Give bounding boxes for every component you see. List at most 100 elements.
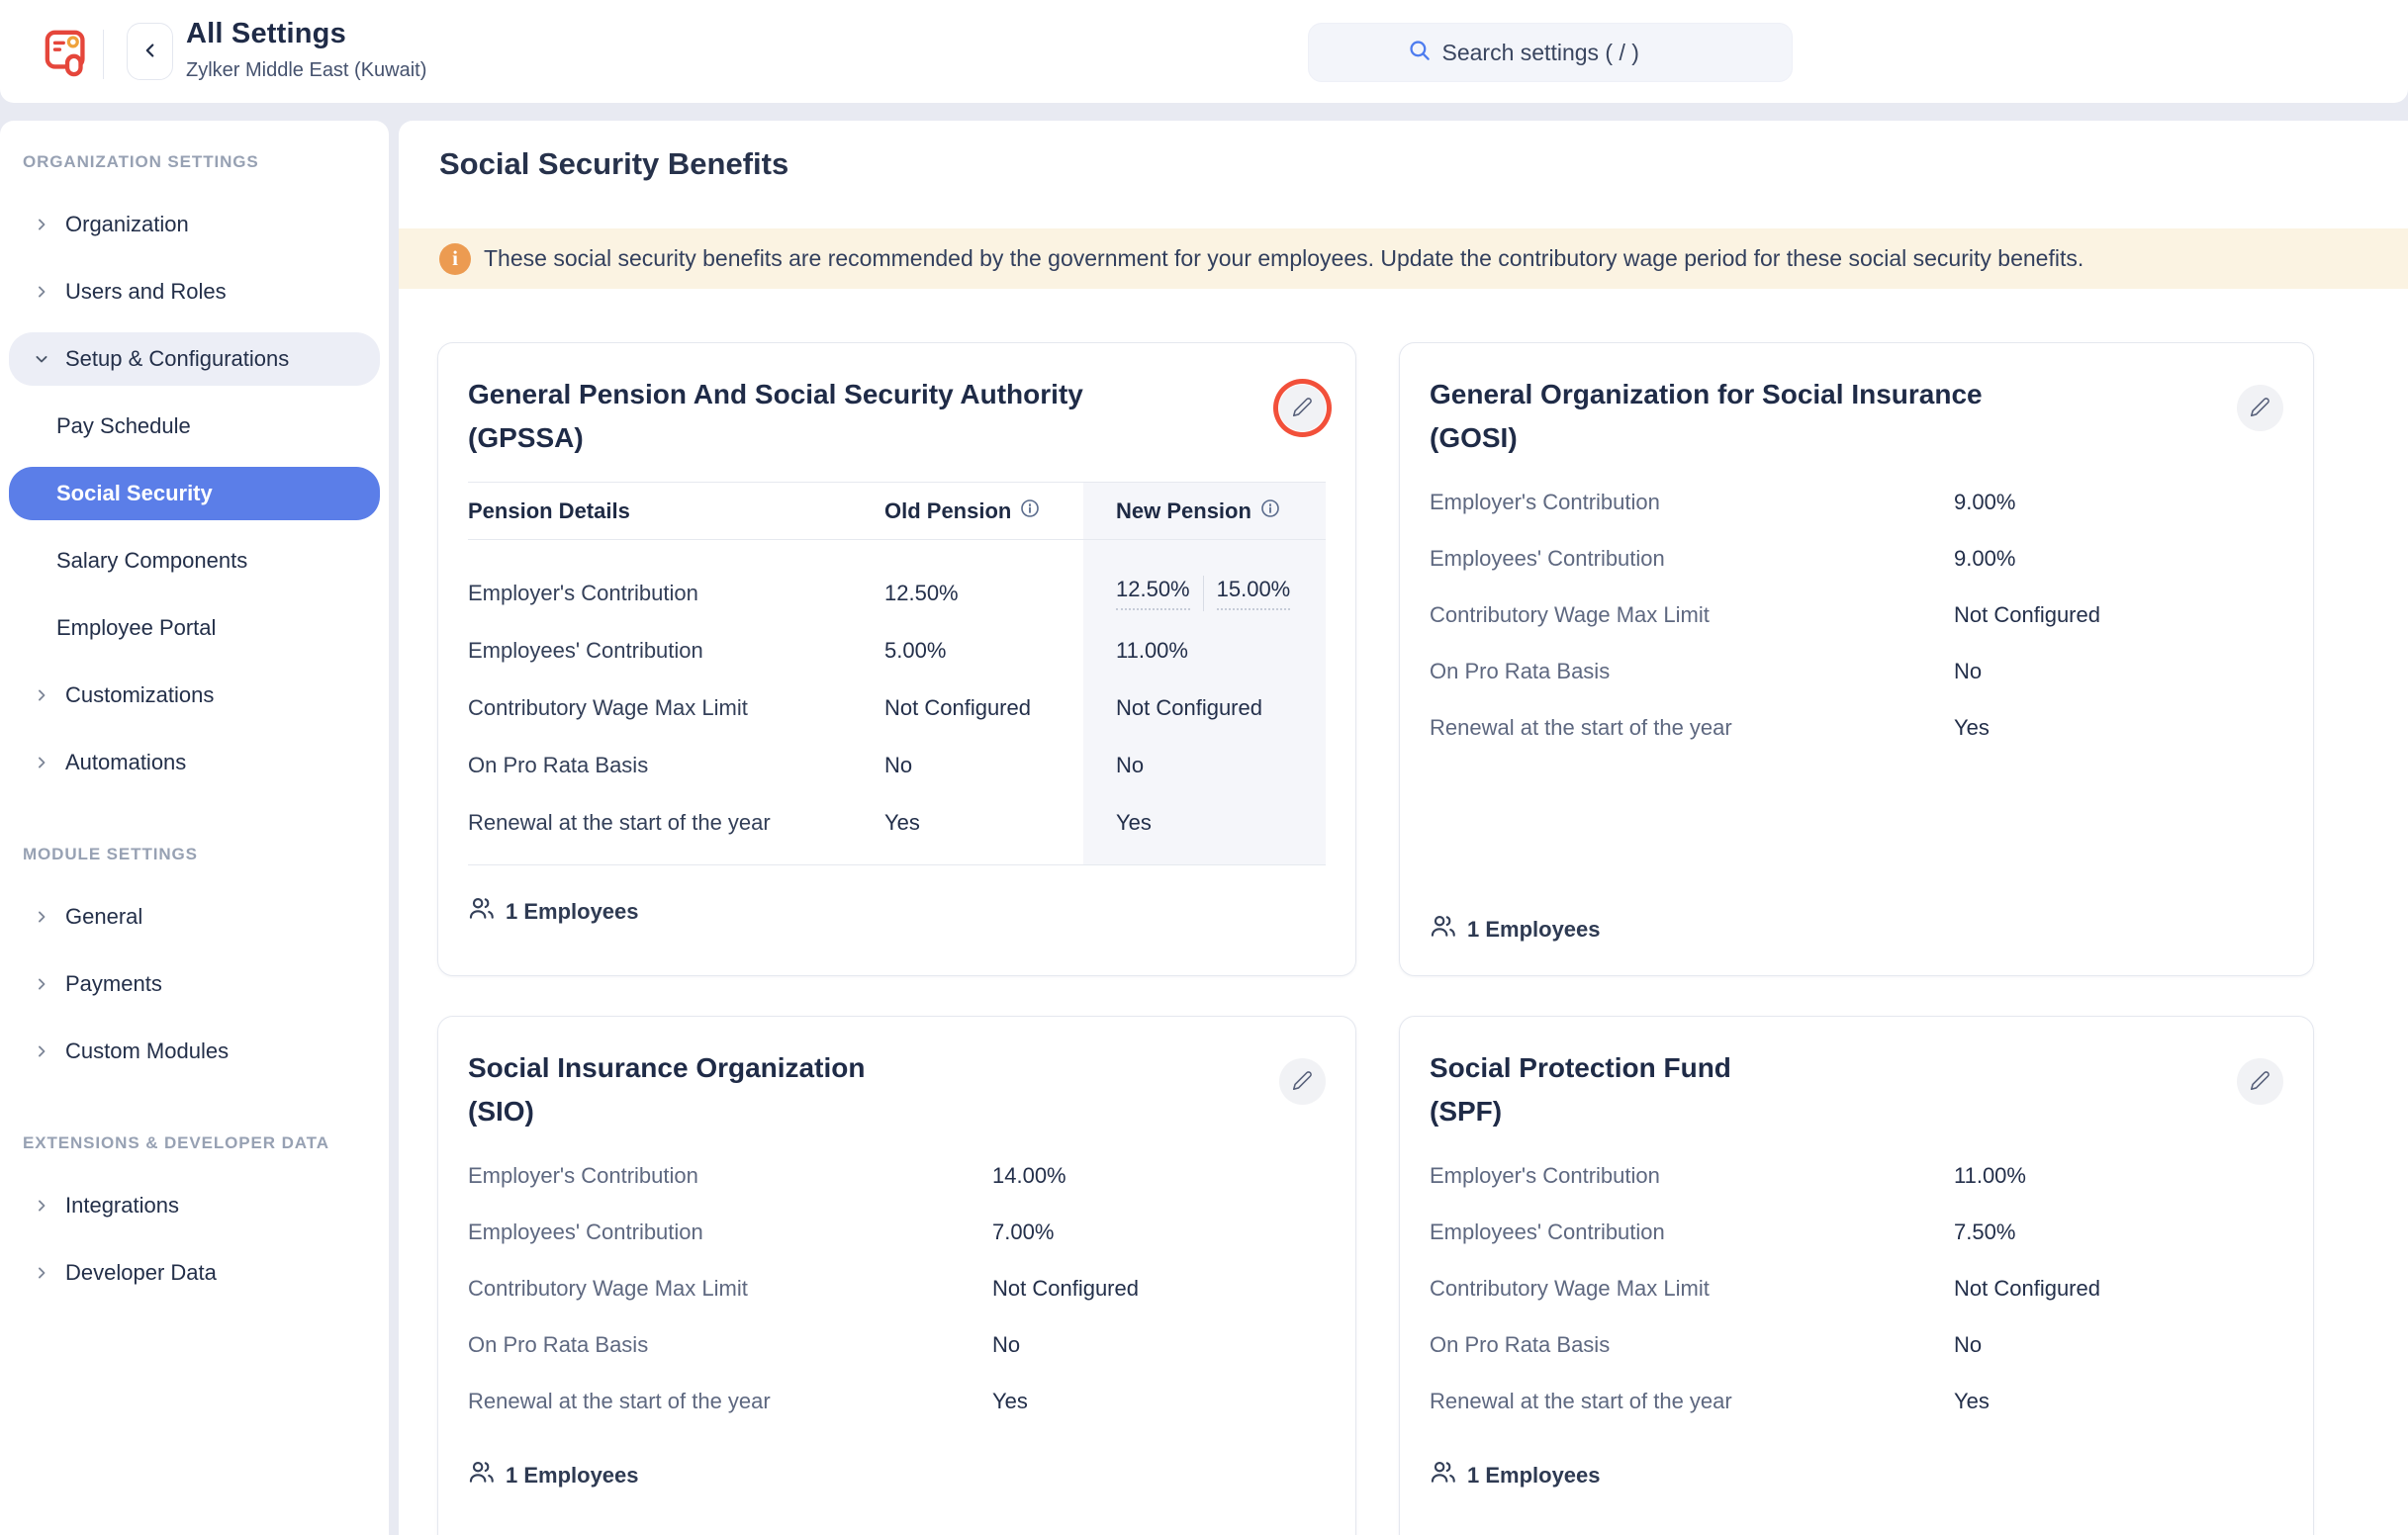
row-value: 7.00% <box>992 1219 1326 1245</box>
card-gosi-details: Employer's Contribution9.00% Employees' … <box>1430 474 2283 756</box>
old-pension-value: Yes <box>869 810 1083 836</box>
new-pension-current[interactable]: 12.50% <box>1116 577 1190 610</box>
row-value: 7.50% <box>1954 1219 2283 1245</box>
row-value: 11.00% <box>1954 1163 2283 1189</box>
sidebar-item-label: Setup & Configurations <box>65 346 289 372</box>
chevron-down-icon <box>31 348 52 370</box>
header-titles: All Settings Zylker Middle East (Kuwait) <box>186 18 426 82</box>
sidebar-item-salary-components[interactable]: Salary Components <box>9 534 380 587</box>
page-title: Social Security Benefits <box>439 146 788 182</box>
row-value: No <box>992 1332 1326 1358</box>
row-value: Yes <box>992 1389 1326 1414</box>
old-pension-value: 5.00% <box>869 638 1083 664</box>
card-gosi: General Organization for Social Insuranc… <box>1399 342 2314 976</box>
card-spf-title: Social Protection Fund (SPF) <box>1430 1046 1731 1133</box>
sidebar-item-label: Integrations <box>65 1193 179 1219</box>
sidebar-item-label: Developer Data <box>65 1260 217 1286</box>
settings-sidebar: ORGANIZATION SETTINGS Organization Users… <box>0 121 389 1535</box>
back-button[interactable] <box>127 23 173 80</box>
chevron-right-icon <box>31 1262 52 1284</box>
detail-row: Employer's Contribution11.00% <box>1430 1147 2283 1204</box>
users-icon <box>1430 1459 1456 1491</box>
row-value: Yes <box>1954 715 2283 741</box>
section-organization-settings: ORGANIZATION SETTINGS <box>23 152 389 172</box>
value-divider <box>1203 576 1204 611</box>
sidebar-item-label: Social Security <box>56 481 213 506</box>
detail-row: Contributory Wage Max LimitNot Configure… <box>1430 587 2283 643</box>
card-gpssa-title: General Pension And Social Security Auth… <box>468 373 1083 460</box>
edit-sio-button[interactable] <box>1279 1058 1326 1105</box>
sidebar-item-users-and-roles[interactable]: Users and Roles <box>9 265 380 318</box>
edit-gpssa-button[interactable] <box>1279 385 1326 431</box>
employees-count-label: 1 Employees <box>506 899 639 925</box>
employees-count-label: 1 Employees <box>1467 1463 1601 1489</box>
row-label: On Pro Rata Basis <box>1430 1332 1954 1358</box>
info-circle-icon[interactable] <box>1260 498 1280 524</box>
sidebar-item-developer-data[interactable]: Developer Data <box>9 1246 380 1300</box>
employees-count: 1 Employees <box>1430 1459 2283 1491</box>
info-icon: i <box>439 243 471 275</box>
card-sio-header: Social Insurance Organization (SIO) <box>468 1046 1326 1133</box>
header-divider <box>103 30 104 79</box>
detail-row: Renewal at the start of the yearYes <box>468 1373 1326 1429</box>
card-gosi-title: General Organization for Social Insuranc… <box>1430 373 1983 460</box>
row-label: Employees' Contribution <box>1430 1219 1954 1245</box>
payroll-app-logo-icon[interactable] <box>44 28 93 77</box>
detail-row: On Pro Rata BasisNo <box>1430 643 2283 699</box>
card-spf: Social Protection Fund (SPF) Employer's … <box>1399 1016 2314 1535</box>
sidebar-item-automations[interactable]: Automations <box>9 736 380 789</box>
employees-count-label: 1 Employees <box>506 1463 639 1489</box>
sidebar-item-general[interactable]: General <box>9 890 380 944</box>
table-row: Employer's Contribution 12.50% 12.50% 15… <box>468 565 1326 622</box>
new-pension-updated[interactable]: 15.00% <box>1217 577 1291 610</box>
info-circle-icon[interactable] <box>1020 498 1040 524</box>
pencil-icon <box>2250 1070 2270 1094</box>
row-label: Contributory Wage Max Limit <box>468 695 869 721</box>
row-label: Employees' Contribution <box>468 638 869 664</box>
sidebar-item-setup-configurations[interactable]: Setup & Configurations <box>9 332 380 386</box>
sidebar-item-custom-modules[interactable]: Custom Modules <box>9 1025 380 1078</box>
row-label: Employer's Contribution <box>1430 1163 1954 1189</box>
sidebar-item-payments[interactable]: Payments <box>9 957 380 1011</box>
chevron-right-icon <box>31 973 52 995</box>
sidebar-item-label: Automations <box>65 750 186 775</box>
card-title-line1: Social Insurance Organization <box>468 1052 865 1083</box>
sidebar-item-label: Organization <box>65 212 189 237</box>
edit-spf-button[interactable] <box>2237 1058 2283 1105</box>
sidebar-item-label: Payments <box>65 971 162 997</box>
detail-row: Contributory Wage Max LimitNot Configure… <box>468 1260 1326 1316</box>
edit-gosi-button[interactable] <box>2237 385 2283 431</box>
detail-row: Renewal at the start of the yearYes <box>1430 1373 2283 1429</box>
sidebar-item-customizations[interactable]: Customizations <box>9 669 380 722</box>
card-gpssa: General Pension And Social Security Auth… <box>437 342 1356 976</box>
detail-row: Contributory Wage Max LimitNot Configure… <box>1430 1260 2283 1316</box>
sidebar-item-pay-schedule[interactable]: Pay Schedule <box>9 400 380 453</box>
old-pension-value: 12.50% <box>869 581 1083 606</box>
card-title-line1: Social Protection Fund <box>1430 1052 1731 1083</box>
search-settings-bar[interactable] <box>1308 23 1793 82</box>
section-module-settings: MODULE SETTINGS <box>23 845 389 864</box>
chevron-right-icon <box>31 214 52 235</box>
sidebar-item-integrations[interactable]: Integrations <box>9 1179 380 1232</box>
row-label: Renewal at the start of the year <box>1430 715 1954 741</box>
detail-row: Employees' Contribution7.00% <box>468 1204 1326 1260</box>
row-value: No <box>1954 659 2283 684</box>
row-value: 14.00% <box>992 1163 1326 1189</box>
detail-row: Employees' Contribution9.00% <box>1430 530 2283 587</box>
organization-name: Zylker Middle East (Kuwait) <box>186 59 426 82</box>
card-title-line2: (GPSSA) <box>468 422 584 453</box>
sidebar-item-organization[interactable]: Organization <box>9 198 380 251</box>
row-value: 9.00% <box>1954 490 2283 515</box>
card-sio-details: Employer's Contribution14.00% Employees'… <box>468 1147 1326 1429</box>
sidebar-item-social-security[interactable]: Social Security <box>9 467 380 520</box>
card-gpssa-header: General Pension And Social Security Auth… <box>468 373 1326 460</box>
users-icon <box>1430 913 1456 946</box>
sidebar-item-employee-portal[interactable]: Employee Portal <box>9 601 380 655</box>
search-input[interactable] <box>1442 40 1695 66</box>
sidebar-item-label: Salary Components <box>56 548 247 574</box>
employees-count: 1 Employees <box>1430 913 2283 946</box>
section-extensions-developer-data: EXTENSIONS & DEVELOPER DATA <box>23 1133 389 1153</box>
detail-row: On Pro Rata BasisNo <box>468 1316 1326 1373</box>
table-row: On Pro Rata Basis No No <box>468 737 1326 794</box>
detail-row: Employees' Contribution7.50% <box>1430 1204 2283 1260</box>
